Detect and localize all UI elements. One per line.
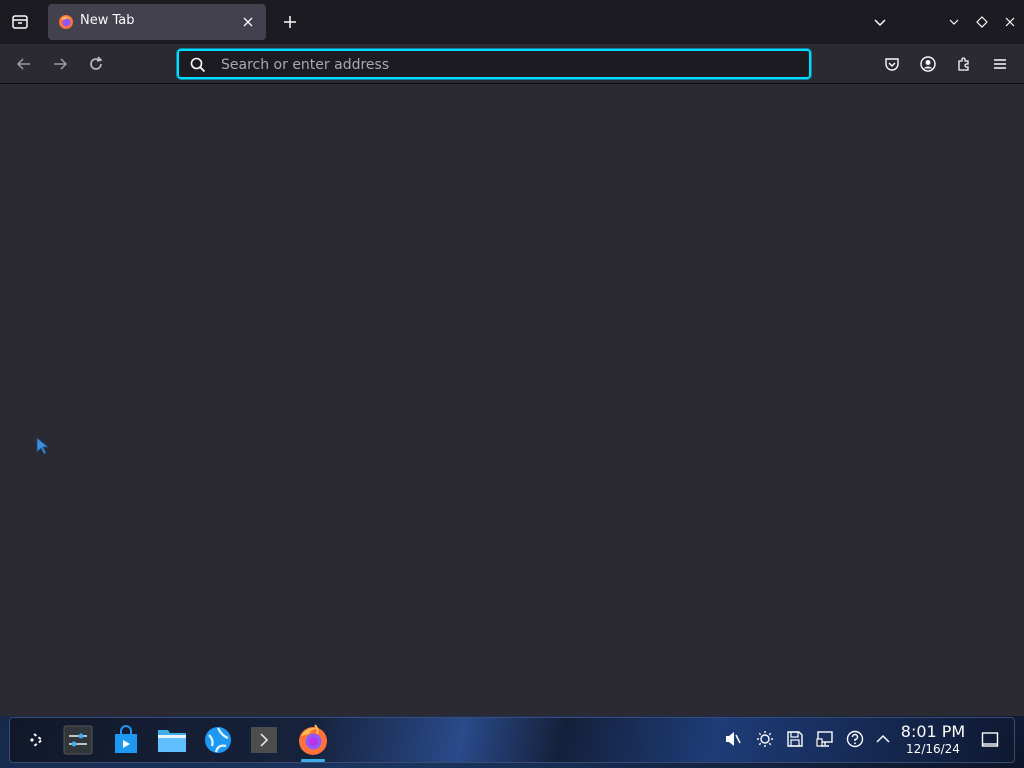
account-icon xyxy=(920,56,936,72)
reload-button[interactable] xyxy=(80,48,112,80)
network-icon xyxy=(816,731,833,747)
close-tab-icon[interactable] xyxy=(236,10,260,34)
tray-volume[interactable] xyxy=(722,728,744,750)
tab-strip: New Tab xyxy=(0,0,1024,44)
tab-new-tab[interactable]: New Tab xyxy=(48,4,266,40)
pocket-button[interactable] xyxy=(878,50,906,78)
application-launcher[interactable] xyxy=(24,726,52,754)
taskbar-app-konsole[interactable] xyxy=(248,724,280,756)
firefox-view-icon xyxy=(12,15,28,29)
firefox-icon xyxy=(299,724,327,755)
taskbar: 8:01 PM 12/16/24 xyxy=(9,717,1015,763)
new-tab-button[interactable] xyxy=(276,8,304,36)
chevron-down-icon xyxy=(874,19,886,27)
clock-time: 8:01 PM xyxy=(900,722,966,741)
taskbar-app-konqueror[interactable] xyxy=(202,724,234,756)
app-menu-button[interactable] xyxy=(986,50,1014,78)
taskbar-app-discover[interactable] xyxy=(110,724,142,756)
system-settings-icon xyxy=(63,725,93,755)
file-manager-icon xyxy=(158,730,186,752)
taskbar-app-dolphin[interactable] xyxy=(156,724,188,756)
brightness-icon xyxy=(757,731,773,747)
show-desktop-button[interactable] xyxy=(978,728,1002,752)
arrow-left-icon xyxy=(16,58,30,70)
clock-date: 12/16/24 xyxy=(906,742,960,756)
close-icon xyxy=(1005,17,1015,27)
taskbar-app-firefox[interactable] xyxy=(296,722,330,758)
firefox-favicon-icon xyxy=(59,15,73,29)
reload-icon xyxy=(90,56,103,70)
puzzle-piece-icon xyxy=(958,57,969,71)
minimize-button[interactable] xyxy=(944,10,964,34)
page-content[interactable] xyxy=(0,85,1024,716)
disk-icon xyxy=(787,731,803,747)
list-all-tabs-button[interactable] xyxy=(866,8,894,36)
maximize-icon xyxy=(976,16,988,28)
address-input[interactable] xyxy=(221,53,791,77)
pocket-icon xyxy=(885,58,899,71)
tray-network[interactable] xyxy=(814,728,836,750)
firefox-view-button[interactable] xyxy=(4,6,36,38)
back-button[interactable] xyxy=(8,48,40,80)
navigation-toolbar xyxy=(0,44,1024,84)
extensions-button[interactable] xyxy=(950,50,978,78)
mouse-pointer-icon xyxy=(36,437,50,455)
plus-icon xyxy=(284,16,296,28)
show-desktop-icon xyxy=(981,732,999,747)
active-window-indicator xyxy=(301,759,325,762)
hamburger-menu-icon xyxy=(994,59,1006,69)
web-browser-icon xyxy=(205,727,231,753)
minimize-icon xyxy=(949,19,959,25)
arrow-right-icon xyxy=(54,58,68,70)
digital-clock[interactable]: 8:01 PM 12/16/24 xyxy=(898,722,968,760)
address-bar[interactable] xyxy=(176,48,812,80)
tray-expand-button[interactable] xyxy=(872,728,894,750)
tab-title: New Tab xyxy=(80,13,135,28)
volume-muted-icon xyxy=(726,732,741,746)
tray-brightness[interactable] xyxy=(754,728,776,750)
desktop: New Tab Search or enter address 8:01 PM … xyxy=(0,0,1024,768)
software-store-icon xyxy=(115,725,137,753)
search-icon xyxy=(190,57,206,73)
taskbar-app-settings[interactable] xyxy=(62,724,94,756)
firefox-window: New Tab xyxy=(0,0,1024,716)
maximize-button[interactable] xyxy=(972,10,992,34)
terminal-icon xyxy=(251,727,277,753)
help-icon xyxy=(846,730,864,748)
forward-button[interactable] xyxy=(44,48,76,80)
tray-help[interactable] xyxy=(844,728,866,750)
tray-disk[interactable] xyxy=(784,728,806,750)
account-button[interactable] xyxy=(914,50,942,78)
close-window-button[interactable] xyxy=(1000,10,1020,34)
launcher-icon xyxy=(30,733,44,747)
expand-tray-icon xyxy=(876,734,890,743)
